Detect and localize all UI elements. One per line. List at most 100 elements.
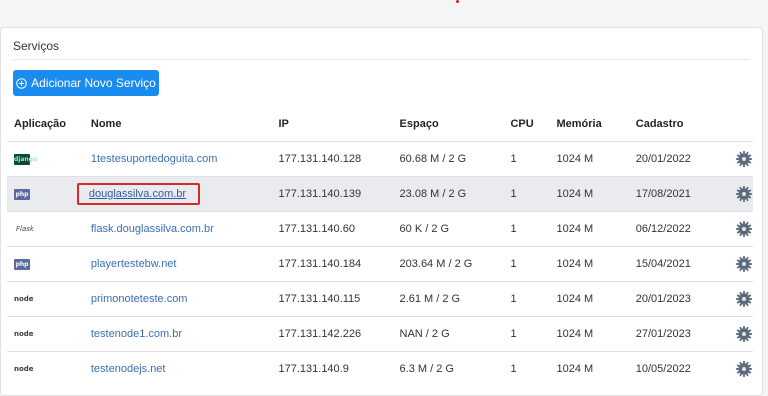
gear-icon[interactable] <box>735 360 753 378</box>
gear-icon[interactable] <box>735 325 753 343</box>
cpu-cell: 1 <box>510 222 517 235</box>
name-cell: flask.douglassilva.com.br <box>84 211 272 246</box>
service-name-link[interactable]: douglassilva.com.br <box>89 188 186 200</box>
service-name-link[interactable]: primonoteteste.com <box>91 293 188 305</box>
actions-cell <box>720 211 753 246</box>
space-cell: 203.64 M / 2 G <box>399 257 473 270</box>
red-dot-marker <box>456 0 459 3</box>
app-cell: node <box>7 316 84 351</box>
space-cell: 60.68 M / 2 G <box>399 152 467 165</box>
date-cell: 17/08/2021 <box>635 187 691 200</box>
memory-cell: 1024 M <box>556 257 594 270</box>
app-cell: django <box>7 141 84 176</box>
card-title: Serviços <box>13 39 60 53</box>
cpu-cell: 1 <box>510 327 517 340</box>
gear-icon[interactable] <box>735 290 753 308</box>
app-cell: Flask <box>7 211 84 246</box>
table-row: php douglassilva.com.br 177.131.140.139 23.… <box>7 176 753 211</box>
app-cell: php <box>7 176 84 211</box>
space-cell: 23.08 M / 2 G <box>399 187 467 200</box>
app-cell: node <box>7 351 84 386</box>
memory-cell: 1024 M <box>556 152 594 165</box>
table-header-row: Aplicação Nome IP Espaço CPU Memória Cad… <box>7 107 753 142</box>
header-space: Espaço <box>392 107 504 142</box>
node-logo-icon: node <box>14 365 34 374</box>
ip-cell: 177.131.140.139 <box>278 187 362 200</box>
header-memory: Memória <box>549 107 629 142</box>
app-cell: php <box>7 246 84 281</box>
date-cell: 15/04/2021 <box>635 257 691 270</box>
date-cell: 20/01/2023 <box>635 292 691 305</box>
header-date: Cadastro <box>628 107 720 142</box>
space-cell: NAN / 2 G <box>399 327 450 340</box>
table-row: php playertestebw.net 177.131.140.184 203.6… <box>7 246 753 281</box>
cpu-cell: 1 <box>510 152 517 165</box>
actions-cell <box>720 141 753 176</box>
service-name-link[interactable]: testenodejs.net <box>91 363 166 375</box>
cpu-cell: 1 <box>510 187 517 200</box>
card-divider <box>13 59 750 60</box>
service-name-link[interactable]: playertestebw.net <box>91 258 177 270</box>
ip-cell: 177.131.140.115 <box>278 292 361 305</box>
node-logo-icon: node <box>14 295 34 303</box>
ip-cell: 177.131.140.184 <box>278 257 362 270</box>
services-card: Serviços Adicionar Novo Serviço Aplicaçã… <box>0 27 763 396</box>
cpu-cell: 1 <box>510 292 517 305</box>
name-cell: testenodejs.net <box>84 351 272 386</box>
table-row: node testenode1.com.br 177.131.142.226 NAN … <box>7 316 753 351</box>
cpu-cell: 1 <box>510 257 517 270</box>
add-service-button[interactable]: Adicionar Novo Serviço <box>13 70 159 96</box>
app-cell: node <box>7 281 84 316</box>
gear-icon[interactable] <box>735 255 753 273</box>
date-cell: 27/01/2023 <box>635 327 691 340</box>
date-cell: 06/12/2022 <box>635 222 691 235</box>
name-cell: primonoteteste.com <box>84 281 272 316</box>
table-row: node testenodejs.net 177.131.140.9 6.3 M / … <box>7 351 753 386</box>
add-service-label: Adicionar Novo Serviço <box>31 76 156 90</box>
actions-cell <box>720 351 753 386</box>
name-cell: douglassilva.com.br <box>76 176 272 211</box>
header-actions <box>720 107 753 142</box>
date-cell: 20/01/2022 <box>635 152 691 165</box>
gear-icon[interactable] <box>735 220 753 238</box>
space-cell: 6.3 M / 2 G <box>399 362 454 375</box>
space-cell: 60 K / 2 G <box>399 222 450 235</box>
name-cell: 1testesuportedoguita.com <box>84 141 272 176</box>
gear-icon[interactable] <box>735 150 753 168</box>
header-name: Nome <box>83 107 272 142</box>
flask-logo-icon: Flask <box>16 225 34 233</box>
date-cell: 10/05/2022 <box>635 362 691 375</box>
memory-cell: 1024 M <box>556 187 594 200</box>
services-table: Aplicação Nome IP Espaço CPU Memória Cad… <box>7 107 753 386</box>
service-name-link[interactable]: 1testesuportedoguita.com <box>91 153 218 165</box>
space-cell: 2.61 M / 2 G <box>399 292 461 305</box>
service-name-link[interactable]: testenode1.com.br <box>91 328 182 340</box>
cpu-cell: 1 <box>510 362 517 375</box>
actions-cell <box>720 246 753 281</box>
node-logo-icon: node <box>14 330 34 338</box>
memory-cell: 1024 M <box>556 292 594 305</box>
ip-cell: 177.131.140.60 <box>278 222 355 235</box>
header-ip: IP <box>271 107 393 142</box>
gear-icon[interactable] <box>735 185 753 203</box>
selected-highlight-box: douglassilva.com.br <box>76 182 201 205</box>
table-row: django 1testesuportedoguita.com 177.131.14… <box>7 141 753 176</box>
php-logo-icon: php <box>14 189 30 200</box>
service-name-link[interactable]: flask.douglassilva.com.br <box>91 223 214 235</box>
actions-cell <box>720 176 753 211</box>
memory-cell: 1024 M <box>556 362 594 375</box>
header-cpu: CPU <box>503 107 550 142</box>
name-cell: playertestebw.net <box>84 246 272 281</box>
ip-cell: 177.131.140.128 <box>278 152 362 165</box>
name-cell: testenode1.com.br <box>84 316 272 351</box>
actions-cell <box>720 316 753 351</box>
actions-cell <box>720 281 753 316</box>
table-row: node primonoteteste.com 177.131.140.115 2.6… <box>7 281 753 316</box>
ip-cell: 177.131.142.226 <box>278 327 362 340</box>
header-app: Aplicação <box>7 107 84 142</box>
plus-circle-icon <box>16 77 27 89</box>
table-row: Flask flask.douglassilva.com.br 177.131.14… <box>7 211 753 246</box>
memory-cell: 1024 M <box>556 327 594 340</box>
memory-cell: 1024 M <box>556 222 594 235</box>
ip-cell: 177.131.140.9 <box>278 362 349 375</box>
